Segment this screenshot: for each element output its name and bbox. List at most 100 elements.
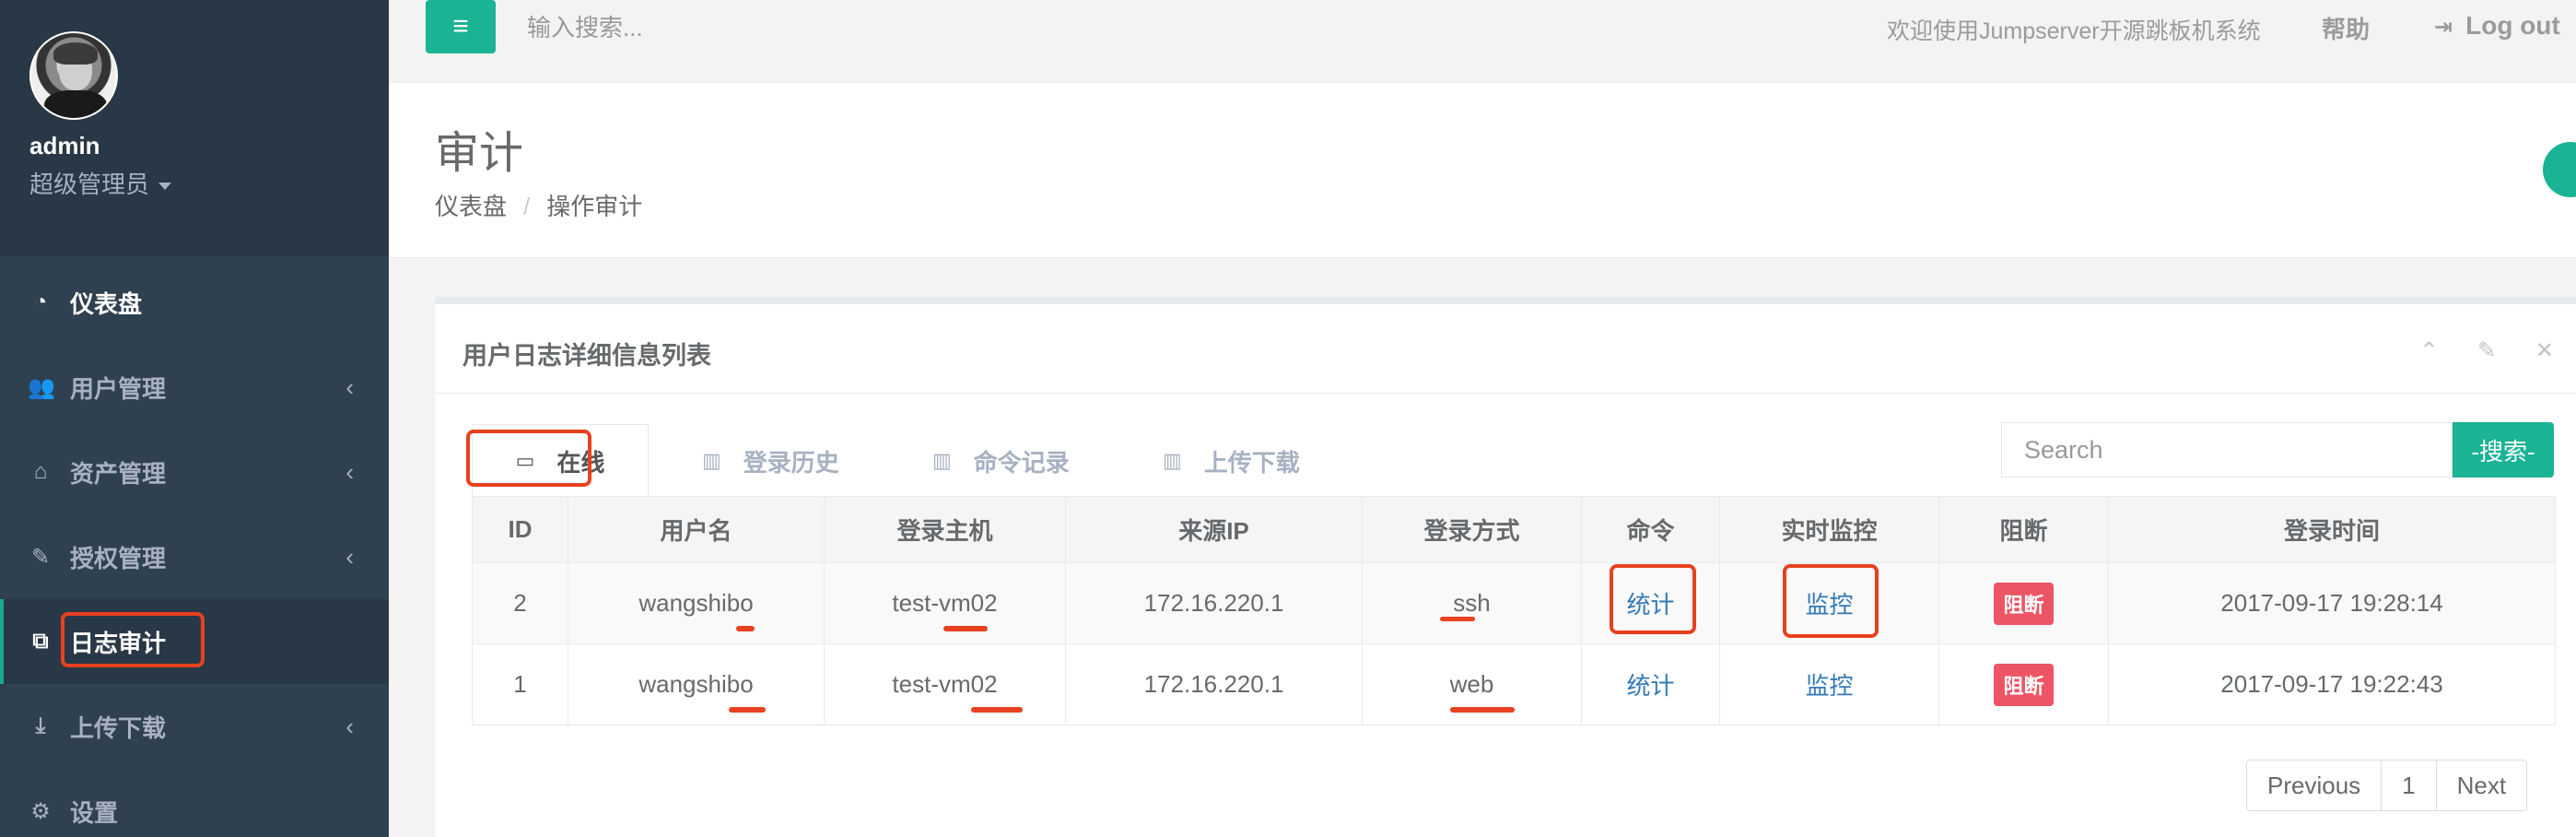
- annotation-box: [1783, 564, 1879, 638]
- profile-role: 超级管理员: [29, 171, 150, 198]
- cell-time: 2017-09-17 19:28:14: [2108, 562, 2556, 644]
- caret-down-icon: [158, 183, 172, 191]
- bar-chart-icon: ▥: [702, 449, 721, 472]
- cell-user: wangshibo: [568, 643, 825, 725]
- cell-command: 统计: [1581, 643, 1720, 725]
- avatar[interactable]: [29, 31, 118, 120]
- annotation-underline: [729, 707, 767, 713]
- cell-method: ssh: [1362, 562, 1582, 644]
- pagination: Previous 1 Next: [2246, 760, 2528, 811]
- sidebar-item-label: 上传下载: [70, 713, 167, 742]
- column-header: 登录时间: [2108, 496, 2556, 563]
- tab-command-history[interactable]: ▥ 命令记录: [932, 424, 1070, 498]
- table-row: 2 wangshibo test-vm02 172.16.220.1 ssh 统…: [472, 562, 2556, 644]
- sidebar-item-label: 授权管理: [70, 544, 167, 572]
- sign-out-icon: ⇥: [2434, 15, 2453, 40]
- search-button[interactable]: -搜索-: [2453, 422, 2554, 477]
- sidebar-item-users[interactable]: 👥 用户管理 ‹: [0, 345, 389, 430]
- cell-user-text: wangshibo: [638, 589, 754, 617]
- sidebar-item-upload-download[interactable]: ⤓ 上传下载 ‹: [0, 684, 389, 769]
- cell-host-text: test-vm02: [892, 589, 998, 617]
- cell-id: 2: [472, 562, 568, 644]
- sidebar-item-label: 设置: [70, 798, 119, 827]
- chevron-left-icon: ‹: [345, 542, 354, 571]
- pagination-next[interactable]: Next: [2437, 760, 2526, 810]
- cell-monitor: 监控: [1719, 643, 1939, 725]
- column-header: 用户名: [568, 496, 825, 563]
- column-header: 命令: [1581, 496, 1720, 563]
- cell-method-text: web: [1449, 670, 1494, 698]
- cell-method-text: ssh: [1453, 589, 1491, 617]
- tab-login-history[interactable]: ▥ 登录历史: [702, 424, 839, 498]
- block-button[interactable]: 阻断: [1994, 663, 2054, 706]
- download-icon: ⤓: [35, 713, 46, 738]
- cell-time: 2017-09-17 19:22:43: [2108, 643, 2556, 725]
- floating-button[interactable]: [2543, 142, 2576, 197]
- breadcrumb-current: 操作审计: [546, 193, 643, 220]
- users-icon: 👥: [28, 374, 55, 400]
- block-button[interactable]: 阻断: [1994, 582, 2054, 625]
- pagination-previous[interactable]: Previous: [2247, 760, 2383, 810]
- copy-icon: ⧉: [32, 629, 49, 654]
- bar-chart-icon: ▥: [932, 449, 952, 472]
- sidebar-item-dashboard[interactable]: ◔ 仪表盘: [0, 260, 389, 345]
- cell-method: web: [1362, 643, 1582, 725]
- logout-label: Log out: [2465, 11, 2560, 40]
- sidebar-item-permissions[interactable]: ✎ 授权管理 ‹: [0, 514, 389, 599]
- hamburger-icon: ≡: [452, 11, 469, 41]
- bar-chart-icon: ▥: [1163, 449, 1182, 472]
- cell-host: test-vm02: [824, 562, 1066, 644]
- annotation-underline: [736, 626, 755, 631]
- breadcrumb-dashboard[interactable]: 仪表盘: [435, 193, 507, 220]
- cell-id: 1: [472, 643, 568, 725]
- monitor-link[interactable]: 监控: [1805, 672, 1853, 700]
- pagination-page[interactable]: 1: [2382, 760, 2437, 810]
- cell-ip: 172.16.220.1: [1065, 562, 1363, 644]
- sidebar-item-assets[interactable]: ⌂ 资产管理 ‹: [0, 430, 389, 514]
- breadcrumb: 仪表盘 / 操作审计: [435, 188, 642, 222]
- chevron-left-icon: ‹: [345, 372, 354, 401]
- annotation-underline: [971, 707, 1024, 713]
- column-header: 登录方式: [1362, 496, 1582, 563]
- column-header: ID: [472, 496, 568, 563]
- panel-tools[interactable]: ⌃ ✎ ✕: [2419, 337, 2570, 364]
- annotation-underline: [943, 626, 989, 631]
- sidebar-item-label: 仪表盘: [70, 289, 143, 318]
- sidebar: admin 超级管理员 ◔ 仪表盘 👥 用户管理 ‹ ⌂ 资产管理 ‹ ✎ 授权…: [0, 0, 389, 837]
- cell-monitor: 监控: [1719, 562, 1939, 644]
- menu-toggle-button[interactable]: ≡: [426, 0, 496, 53]
- table-header-row: ID 用户名 登录主机 来源IP 登录方式 命令 实时监控 阻断 登录时间: [472, 496, 2556, 563]
- panel-divider: [435, 393, 2576, 394]
- column-header: 实时监控: [1719, 496, 1939, 563]
- tab-label: 登录历史: [743, 448, 839, 477]
- cell-ip: 172.16.220.1: [1065, 643, 1363, 725]
- sidebar-item-label: 资产管理: [70, 459, 167, 488]
- top-search-input[interactable]: [527, 11, 1080, 44]
- log-panel: 用户日志详细信息列表 ⌃ ✎ ✕ ▭在线 ▥登录历史 ▥命令记录 ▥上传下载 -…: [435, 297, 2576, 837]
- column-header: 阻断: [1938, 496, 2109, 563]
- inbox-icon: ⌂: [33, 459, 48, 484]
- help-link[interactable]: 帮助: [2322, 11, 2370, 45]
- column-header: 来源IP: [1065, 496, 1363, 563]
- annotation-box: [466, 430, 591, 487]
- sidebar-item-settings[interactable]: ⚙ 设置: [0, 769, 389, 837]
- top-navbar: ≡ 欢迎使用Jumpserver开源跳板机系统 帮助 ⇥ Log out: [389, 0, 2576, 83]
- cell-block: 阻断: [1938, 643, 2109, 725]
- tab-label: 上传下载: [1203, 448, 1300, 477]
- cell-command: 统计: [1581, 562, 1720, 644]
- sidebar-item-label: 用户管理: [70, 374, 167, 403]
- annotation-underline: [1440, 617, 1476, 621]
- stats-link[interactable]: 统计: [1626, 672, 1674, 700]
- cell-user-text: wangshibo: [638, 670, 754, 698]
- cell-user: wangshibo: [568, 562, 825, 644]
- annotation-box: [1610, 564, 1697, 634]
- breadcrumb-separator: /: [523, 193, 531, 220]
- table-row: 1 wangshibo test-vm02 172.16.220.1 web 统…: [472, 643, 2556, 725]
- profile-role-dropdown[interactable]: 超级管理员: [29, 166, 172, 200]
- tab-upload-download[interactable]: ▥ 上传下载: [1163, 424, 1300, 498]
- profile-name[interactable]: admin: [29, 132, 100, 160]
- panel-title: 用户日志详细信息列表: [463, 342, 711, 370]
- session-table: ID 用户名 登录主机 来源IP 登录方式 命令 实时监控 阻断 登录时间 2 …: [472, 496, 2556, 725]
- logout-link[interactable]: ⇥ Log out: [2434, 11, 2560, 41]
- table-search-input[interactable]: [2001, 422, 2453, 477]
